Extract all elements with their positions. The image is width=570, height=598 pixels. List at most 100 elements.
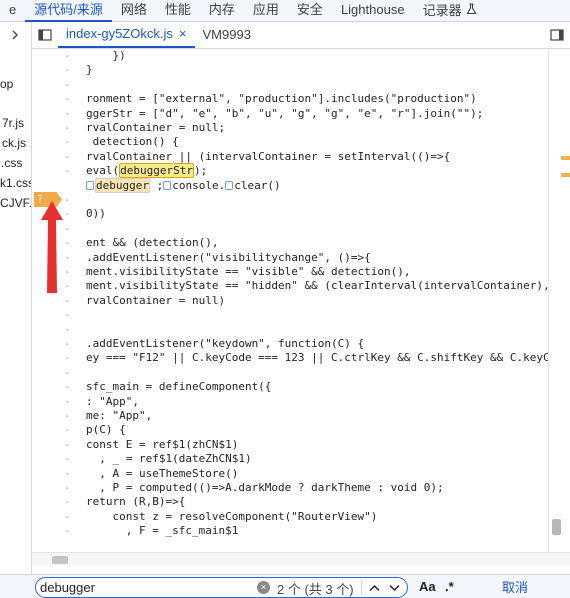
tab-elements-partial[interactable]: e [0, 0, 25, 22]
panel-left-icon [38, 29, 52, 41]
tab-performance[interactable]: 性能 [156, 0, 200, 22]
tab-sources[interactable]: 源代码/来源 [25, 0, 112, 22]
horizontal-scrollbar[interactable] [32, 552, 570, 566]
code-editor[interactable]: })} ronment = ["external", "production"].… [86, 49, 548, 552]
code-line: ey === "F12" || C.keyCode === 123 || C.c… [86, 351, 548, 365]
search-match-marker [561, 173, 570, 177]
line-number-marker[interactable]: - [64, 351, 71, 365]
inline-breakpoint-icon[interactable] [163, 181, 172, 191]
line-number-marker[interactable]: - [64, 164, 71, 178]
line-number-marker[interactable]: - [64, 467, 71, 481]
horizontal-scroll-thumb[interactable] [52, 556, 68, 564]
line-number-marker[interactable]: - [64, 92, 71, 106]
line-number-marker[interactable]: - [64, 380, 71, 394]
line-number-marker[interactable]: - [64, 395, 71, 409]
code-line: , P = computed(()=>A.darkMode ? darkThem… [86, 481, 444, 494]
cancel-search-button[interactable]: 取消 [460, 577, 570, 598]
code-token: clear() [234, 178, 281, 192]
code-line: sfc_main = defineComponent({ [86, 380, 272, 394]
line-number-marker[interactable]: - [64, 222, 71, 236]
line-number-marker[interactable]: - [64, 481, 71, 495]
code-line: .addEventListener("keydown", function(C)… [86, 337, 365, 350]
inline-breakpoint-icon[interactable] [225, 181, 234, 191]
navigator-item[interactable]: .css [1, 156, 22, 170]
code-token: ; [149, 178, 164, 192]
code-line: ggerStr = ["d", "e", "b", "u", "g", "g",… [86, 106, 484, 120]
tab-application[interactable]: 应用 [244, 0, 288, 22]
code-token: ); [193, 164, 208, 178]
toggle-navigator-button[interactable] [32, 22, 58, 48]
line-number-marker[interactable]: - [64, 121, 71, 135]
code-line: return (R,B)=>{ [86, 495, 186, 509]
line-number-marker[interactable]: - [64, 423, 71, 437]
next-match-button[interactable] [384, 578, 404, 597]
line-number-marker[interactable]: - [64, 510, 71, 524]
line-number-marker[interactable]: - [64, 308, 71, 322]
inline-breakpoint-icon[interactable] [86, 181, 94, 191]
divider [361, 581, 362, 594]
line-number-marker[interactable]: - [64, 63, 71, 77]
line-number-marker[interactable]: - [64, 294, 71, 308]
code-line: debugger ; console. clear() [86, 177, 281, 193]
close-tab-icon[interactable]: × [179, 21, 187, 47]
line-number-marker[interactable]: - [64, 337, 71, 351]
code-line: , A = useThemeStore() [86, 466, 239, 480]
toggle-debugger-sidebar-button[interactable] [544, 22, 570, 48]
line-number-marker[interactable]: - [64, 179, 71, 193]
line-number-marker[interactable]: - [64, 207, 71, 221]
search-box: × 2 个 (共 3 个) [35, 577, 408, 598]
vertical-scrollbar[interactable] [548, 49, 570, 552]
clear-search-icon[interactable]: × [257, 581, 270, 594]
previous-match-button[interactable] [364, 578, 384, 597]
scroll-thumb[interactable] [552, 519, 561, 535]
line-number-marker[interactable]: - [64, 409, 71, 423]
file-tab[interactable]: VM9993 [195, 22, 259, 48]
code-line: }) [86, 49, 126, 62]
line-gutter[interactable]: ? ---------------------------------- [32, 49, 86, 552]
code-token: eval( [86, 164, 120, 178]
tab-lighthouse[interactable]: Lighthouse [332, 0, 414, 22]
line-number-marker[interactable]: - [64, 366, 71, 380]
tab-memory[interactable]: 内存 [200, 0, 244, 22]
navigator-toggle-icon[interactable] [8, 28, 22, 45]
line-number-marker[interactable]: - [64, 524, 71, 538]
regex-button[interactable]: .* [445, 579, 454, 594]
code-line: rvalContainer = null) [86, 293, 226, 307]
tab-network[interactable]: 网络 [112, 0, 156, 22]
code-line: rvalContainer || (intervalContainer = se… [86, 149, 451, 163]
line-number-marker[interactable]: - [64, 279, 71, 293]
line-number-marker[interactable]: - [64, 323, 71, 337]
code-line: eval(debuggerStr); [86, 163, 208, 179]
navigator-item[interactable]: ck.js [2, 136, 26, 150]
line-number-marker[interactable]: - [64, 265, 71, 279]
tab-security[interactable]: 安全 [288, 0, 332, 22]
search-match-highlight: debuggerStr [119, 163, 194, 179]
line-number-marker[interactable]: - [64, 452, 71, 466]
line-number-marker[interactable]: - [64, 78, 71, 92]
line-number-marker[interactable]: - [64, 495, 71, 509]
line-number-marker[interactable]: - [64, 193, 71, 207]
devtools-tab-bar: e 源代码/来源 网络 性能 内存 应用 安全 Lighthouse 记录器 [0, 0, 570, 22]
navigator-item[interactable]: op [0, 77, 13, 91]
chevron-up-icon [368, 584, 380, 591]
code-line: rvalContainer = null; [86, 121, 226, 134]
line-number-marker[interactable]: - [64, 251, 71, 265]
line-number-marker[interactable]: - [64, 236, 71, 250]
line-number-marker[interactable]: - [64, 49, 71, 63]
line-number-marker[interactable]: - [64, 107, 71, 121]
search-input[interactable] [40, 579, 250, 596]
conditional-breakpoint-marker[interactable]: ? [34, 192, 62, 207]
navigator-item[interactable]: 7r.js [2, 116, 24, 130]
panel-right-icon [550, 29, 564, 41]
navigator-item[interactable]: k1.css [0, 176, 31, 190]
file-navigator: op 7r.js ck.js .css k1.css CJVF.p [0, 22, 32, 580]
line-number-marker[interactable]: - [64, 135, 71, 149]
line-number-marker[interactable]: - [64, 150, 71, 164]
code-line: 0)) [86, 207, 106, 221]
line-number-marker[interactable]: - [64, 438, 71, 452]
match-case-button[interactable]: Aa [419, 579, 436, 594]
navigator-item[interactable]: CJVF.p [0, 196, 31, 210]
file-tab-label: index-gy5ZOkck.js [66, 26, 173, 41]
file-tab-active[interactable]: index-gy5ZOkck.js × [58, 22, 195, 48]
tab-recorder[interactable]: 记录器 [414, 0, 486, 22]
